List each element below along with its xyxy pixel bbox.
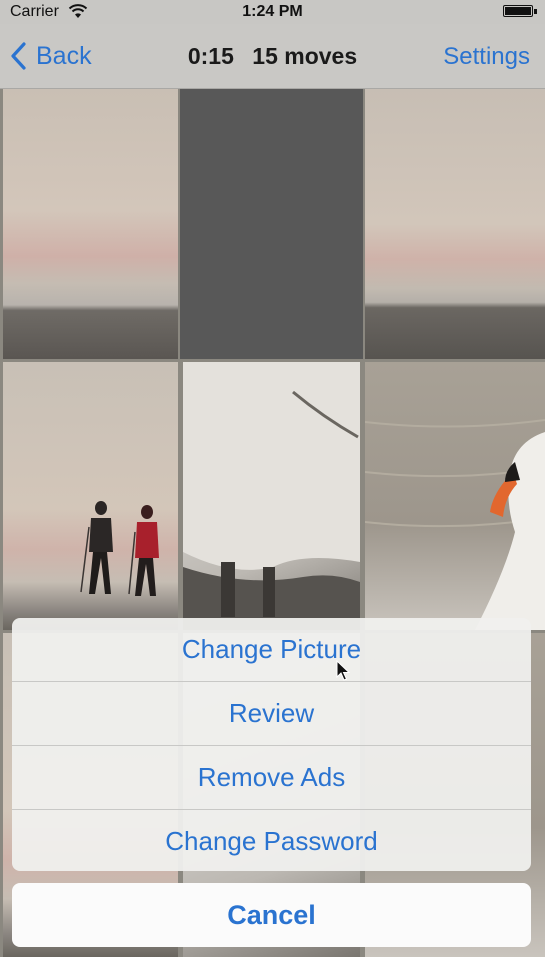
chevron-left-icon [11, 42, 26, 70]
puzzle-tile[interactable] [365, 89, 545, 359]
nav-bar: Back 0:15 15 moves Settings [0, 24, 545, 89]
settings-button[interactable]: Settings [443, 43, 530, 71]
back-button[interactable]: Back [10, 38, 92, 74]
status-time: 1:24 PM [242, 3, 303, 20]
swan-head-image [365, 419, 545, 630]
action-sheet: Change Picture Review Remove Ads Change … [12, 618, 531, 871]
puzzle-tile[interactable] [365, 362, 545, 630]
cancel-button[interactable]: Cancel [12, 883, 531, 947]
timer: 0:15 [187, 43, 234, 69]
app-screen: Carrier 1:24 PM Back 0:15 15 moves Setti… [0, 0, 545, 957]
swan-body-image [183, 362, 360, 630]
remove-ads-button[interactable]: Remove Ads [12, 746, 531, 810]
battery-icon [503, 5, 537, 17]
empty-tile [180, 89, 363, 359]
move-counter: 15 moves [252, 43, 358, 69]
puzzle-tile[interactable] [183, 362, 360, 630]
change-password-button[interactable]: Change Password [12, 810, 531, 871]
change-picture-button[interactable]: Change Picture [12, 618, 531, 682]
status-bar: Carrier 1:24 PM [0, 0, 545, 24]
back-label: Back [36, 41, 92, 70]
puzzle-tile[interactable] [3, 362, 178, 630]
review-button[interactable]: Review [12, 682, 531, 746]
walkers-image [80, 501, 159, 596]
puzzle-tile[interactable] [3, 89, 178, 359]
